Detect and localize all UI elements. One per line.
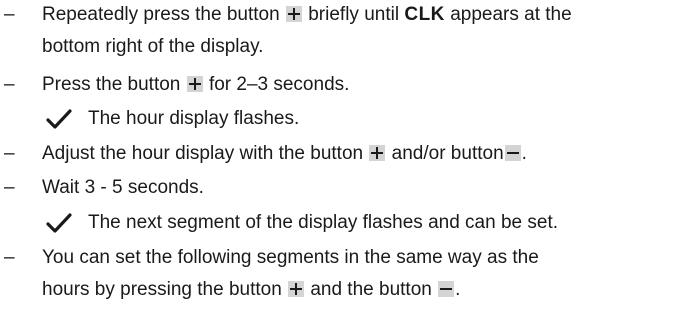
step-3-text-middle: and/or button: [391, 143, 504, 164]
clk-label: CLK: [404, 4, 445, 25]
minus-button-icon: [438, 281, 455, 297]
bullet-dash: –: [4, 247, 15, 268]
bullet-dash: –: [4, 74, 15, 95]
step-1-text-line-2: bottom right of the display.: [42, 36, 264, 57]
step-5-text-start: hours by pressing the button: [42, 279, 282, 300]
step-5-text-line-1: You can set the following segments in th…: [42, 247, 539, 268]
checkmark-icon: [46, 213, 72, 233]
step-5-text-end: .: [455, 279, 461, 300]
bullet-dash: –: [4, 4, 15, 25]
step-2-result-text: The hour display flashes.: [88, 108, 300, 129]
plus-button-icon: [288, 281, 305, 297]
plus-button-icon: [186, 76, 203, 92]
plus-button-icon: [285, 6, 302, 22]
step-1-text-start: Repeatedly press the button: [42, 4, 280, 25]
bullet-dash: –: [4, 177, 15, 198]
minus-button-icon: [504, 145, 521, 161]
step-4-result-text: The next segment of the display flashes …: [88, 212, 559, 233]
instruction-list: – Repeatedly press the button briefly un…: [0, 0, 698, 322]
step-4-text: Wait 3 - 5 seconds.: [42, 177, 204, 198]
bullet-dash: –: [4, 143, 15, 164]
step-1-text-end: appears at the: [450, 4, 572, 25]
step-5-text-middle: and the button: [310, 279, 432, 300]
step-3-text-end: .: [521, 143, 527, 164]
step-2-text-start: Press the button: [42, 74, 181, 95]
step-1-text-middle: briefly until: [308, 4, 400, 25]
step-2-text-end: for 2–3 seconds.: [208, 74, 350, 95]
step-3-text-start: Adjust the hour display with the button: [42, 143, 364, 164]
plus-button-icon: [369, 145, 386, 161]
checkmark-icon: [46, 109, 72, 129]
